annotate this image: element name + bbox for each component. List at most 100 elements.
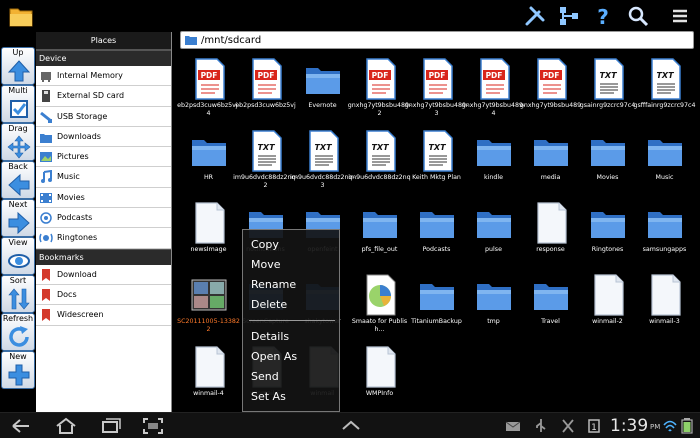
file-item[interactable]: TXT im9u6dvdc88dz2nq [348, 130, 411, 204]
file-name: Music [655, 174, 674, 181]
svg-text:TXT: TXT [599, 71, 617, 80]
places-item-music[interactable]: Music [36, 167, 171, 188]
text-file-icon: TXT [594, 58, 624, 100]
menu-move[interactable]: Move [251, 258, 281, 271]
left-toolbar: Up Multi Drag Back Next View Sort Refres… [0, 32, 36, 412]
places-item-label: Pictures [57, 152, 89, 162]
next-button[interactable]: Next [1, 199, 35, 237]
places-item-download[interactable]: Download [36, 264, 171, 285]
file-name: tmp [487, 318, 500, 325]
drag-button[interactable]: Drag [1, 123, 35, 161]
generic-file-icon [366, 346, 396, 388]
file-item[interactable]: winmail-3 [636, 274, 693, 348]
back-button[interactable]: Back [1, 161, 35, 199]
file-item[interactable]: SC20111005-133822 [177, 274, 240, 348]
folder-icon [591, 212, 625, 238]
file-item[interactable]: HR [180, 130, 237, 204]
up-chevron-icon[interactable] [340, 417, 362, 435]
file-item[interactable]: winmail-2 [579, 274, 636, 348]
home-icon[interactable] [55, 417, 77, 435]
new-button[interactable]: New [1, 351, 35, 389]
help-icon[interactable]: ? [591, 4, 615, 28]
file-item[interactable]: WMPInfo [351, 346, 408, 420]
file-name: response [536, 246, 565, 253]
file-item[interactable]: response [522, 202, 579, 276]
file-item[interactable]: TXT gsainrg9zcrc97c4 [579, 58, 636, 132]
menu-details[interactable]: Details [251, 330, 289, 343]
file-name: pfs_file_out [361, 246, 398, 253]
folder-icon [648, 140, 682, 166]
view-button[interactable]: View [1, 237, 35, 275]
file-item[interactable]: PDF eb2psd3cuw6bz5vj [235, 58, 296, 132]
screenshot-icon[interactable] [142, 417, 164, 435]
file-item[interactable]: PDF gnxhg7yt9bsbu489-2 [348, 58, 411, 132]
generic-file-icon [537, 202, 567, 244]
file-name: media [540, 174, 561, 181]
multi-label: Multi [8, 86, 28, 95]
places-item-usb-storage[interactable]: USB Storage [36, 106, 171, 127]
file-item[interactable]: PDF eb2psd3cuw6bz5vj-4 [177, 58, 240, 132]
multi-button[interactable]: Multi [1, 85, 35, 123]
folder-app-icon[interactable] [8, 4, 34, 28]
back-icon[interactable] [10, 417, 32, 435]
pdf-file-icon: PDF [366, 58, 396, 100]
file-item[interactable]: PDF gnxhg7yt9bsbu489-4 [462, 58, 525, 132]
tools-icon[interactable] [523, 4, 547, 28]
menu-open-as[interactable]: Open As [251, 350, 297, 363]
file-name: WMPInfo [365, 390, 394, 397]
svg-text:PDF: PDF [201, 71, 218, 80]
menu-set-as[interactable]: Set As [251, 390, 286, 403]
file-name: kindle [483, 174, 503, 181]
file-item[interactable]: kindle [465, 130, 522, 204]
file-item[interactable]: TitaniumBackup [408, 274, 465, 348]
file-item[interactable]: Travel [522, 274, 579, 348]
menu-send[interactable]: Send [251, 370, 279, 383]
file-item[interactable]: Podcasts [408, 202, 465, 276]
places-item-docs[interactable]: Docs [36, 284, 171, 306]
places-item-downloads[interactable]: Downloads [36, 126, 171, 148]
svg-text:TXT: TXT [257, 143, 275, 152]
file-item[interactable]: newsImage [180, 202, 237, 276]
file-item[interactable]: samsungapps [636, 202, 693, 276]
arrow-up-icon [7, 60, 31, 82]
places-item-internal-memory[interactable]: Internal Memory [36, 66, 171, 87]
menu-icon[interactable] [668, 4, 692, 28]
places-item-movies[interactable]: Movies [36, 187, 171, 209]
file-item[interactable]: TXT im9u6dvdc88dz2nq-3 [290, 130, 355, 204]
file-item[interactable]: TXT im9u6dvdc88dz2nq-2 [233, 130, 298, 204]
file-item[interactable]: Music [636, 130, 693, 204]
places-item-widescreen[interactable]: Widescreen [36, 305, 171, 326]
device-header: Device [36, 50, 171, 66]
file-item[interactable]: TXT gsfffainrg9zcrc97c4 [633, 58, 696, 132]
file-item[interactable]: Evernote [294, 58, 351, 132]
file-name: gsfffainrg9zcrc97c4 [633, 102, 696, 109]
back-label: Back [8, 162, 28, 171]
file-item[interactable]: pulse [465, 202, 522, 276]
file-item[interactable]: Movies [579, 130, 636, 204]
file-item[interactable]: PDF gnxhg7yt9bsbu489 [520, 58, 581, 132]
file-item[interactable]: pfs_file_out [351, 202, 408, 276]
path-field[interactable]: /mnt/sdcard [180, 31, 694, 49]
file-item[interactable]: winmail-4 [180, 346, 237, 420]
folder-icon [477, 284, 511, 310]
file-item[interactable]: Ringtones [579, 202, 636, 276]
menu-rename[interactable]: Rename [251, 278, 296, 291]
places-item-pictures[interactable]: Pictures [36, 147, 171, 168]
file-item[interactable]: media [522, 130, 579, 204]
refresh-button[interactable]: Refresh [1, 313, 35, 351]
file-item[interactable]: TXT Keith Mktg Plan [408, 130, 465, 204]
sort-button[interactable]: Sort [1, 275, 35, 313]
file-item[interactable]: tmp [465, 274, 522, 348]
network-icon[interactable] [557, 4, 581, 28]
recent-apps-icon[interactable] [100, 417, 122, 435]
menu-delete[interactable]: Delete [251, 298, 287, 311]
places-item-external-sd-card[interactable]: External SD card [36, 86, 171, 107]
file-item[interactable]: PDF gnxhg7yt9bsbu489-3 [405, 58, 468, 132]
places-item-ringtones[interactable]: Ringtones [36, 228, 171, 249]
notification-icon: 1 [588, 419, 600, 433]
search-icon[interactable] [626, 4, 650, 28]
places-item-podcasts[interactable]: Podcasts [36, 208, 171, 229]
up-button[interactable]: Up [1, 47, 35, 85]
menu-copy[interactable]: Copy [251, 238, 279, 251]
file-item[interactable]: Smaato for Publish... [351, 274, 408, 348]
